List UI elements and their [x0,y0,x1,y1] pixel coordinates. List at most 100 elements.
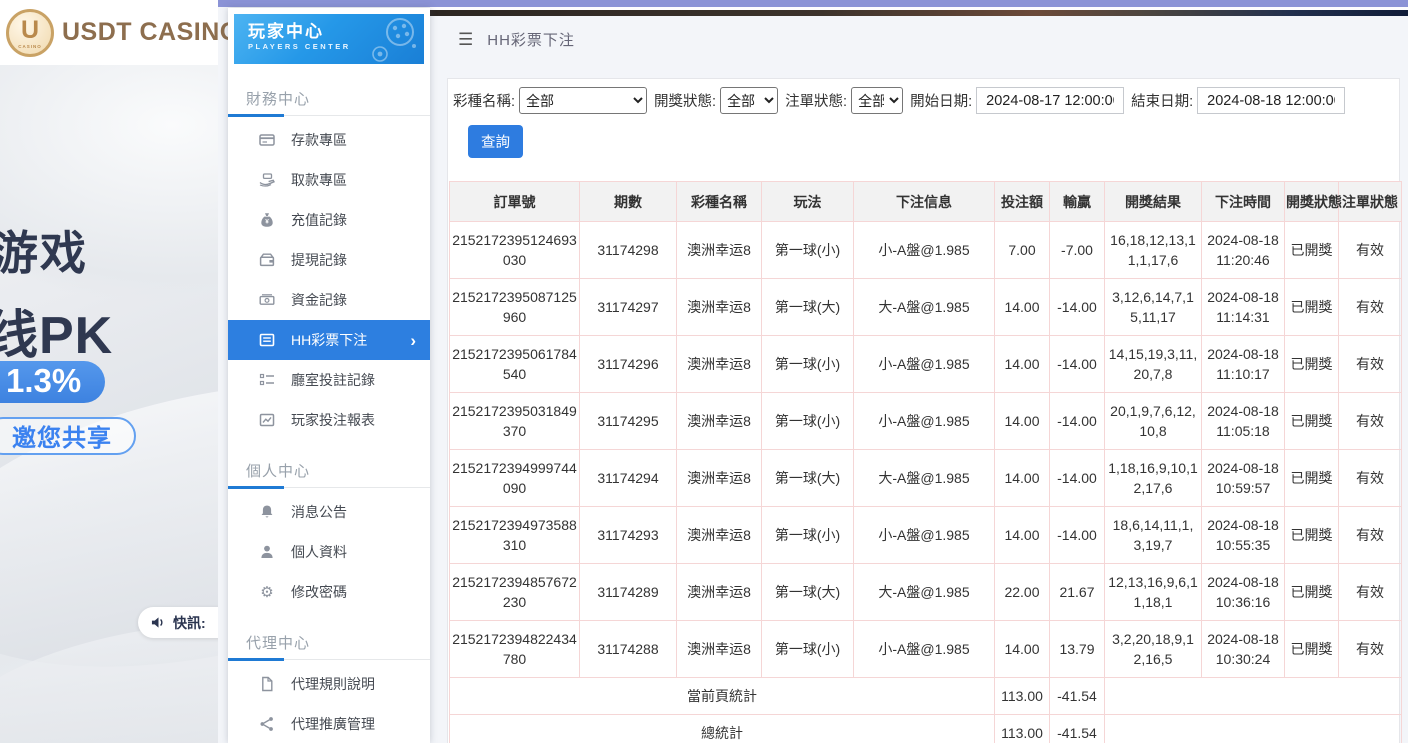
section-underline [228,659,430,660]
coin-letter: U [21,18,39,43]
promo-invite-badge: 邀您共享 [0,417,136,455]
cell-order-no: 2152172394822434780 [450,621,580,678]
cell-period: 31174288 [580,621,677,678]
cell-bet-time: 2024-08-18 11:10:17 [1202,336,1285,393]
col-header-draw-status: 開獎狀態 [1285,182,1339,222]
draw-status-select[interactable]: 全部 [720,87,778,114]
cell-lottery-name: 澳洲幸运8 [677,564,762,621]
checklist-icon [258,372,276,388]
cell-bet-time: 2024-08-18 10:55:35 [1202,507,1285,564]
cell-period: 31174293 [580,507,677,564]
sidebar-item-change-password[interactable]: ⚙修改密碼 [228,572,430,612]
coin-caption: CASINO [9,44,51,49]
sidebar-item-announcements[interactable]: 消息公告 [228,492,430,532]
cell-bet-amount: 14.00 [995,279,1050,336]
cell-draw-status: 已開獎 [1285,507,1339,564]
sidebar-item-hh-lottery-bets[interactable]: HH彩票下注› [228,320,430,360]
sidebar-item-deposit-area[interactable]: 存款專區 [228,120,430,160]
query-button[interactable]: 查詢 [468,125,523,158]
sidebar-item-profile[interactable]: 個人資料 [228,532,430,572]
col-header-order-no: 訂單號 [450,182,580,222]
cell-bet-info: 小-A盤@1.985 [854,393,995,450]
summary-win-loss: -41.54 [1050,715,1105,743]
order-status-select[interactable]: 全部 [851,87,903,114]
draw-status-label: 開獎狀態: [654,90,716,111]
end-date-input[interactable] [1197,87,1345,114]
sidebar-item-fund-record[interactable]: 資金記錄 [228,280,430,320]
hamburger-icon[interactable]: ☰ [458,31,473,48]
cell-bet-time: 2024-08-18 11:20:46 [1202,222,1285,279]
cell-bet-info: 小-A盤@1.985 [854,222,995,279]
order-status-label: 注單狀態: [785,90,847,111]
cell-bet-amount: 14.00 [995,507,1050,564]
summary-bet-amount: 113.00 [995,715,1050,743]
cell-draw-status: 已開獎 [1285,621,1339,678]
sidebar-item-room-bet-record[interactable]: 廳室投註記錄 [228,360,430,400]
summary-row: 當前頁統計113.00-41.54 [450,678,1402,715]
sidebar-item-label: 廳室投註記錄 [291,370,375,390]
cell-lottery-name: 澳洲幸运8 [677,279,762,336]
section-underline [228,115,430,116]
sidebar-item-label: 消息公告 [291,502,347,522]
start-date-input[interactable] [976,87,1124,114]
cell-draw-result: 18,6,14,11,1,3,19,7 [1105,507,1202,564]
cell-order-status: 有效 [1339,621,1402,678]
wallet-icon [258,252,276,268]
cell-bet-info: 大-A盤@1.985 [854,279,995,336]
sidebar-item-withdraw-area[interactable]: 取款專區 [228,160,430,200]
site-logo[interactable]: U CASINO USDT CASINO [0,0,218,65]
col-header-lottery-name: 彩種名稱 [677,182,762,222]
table-row: 215217239499974409031174294澳洲幸运8第一球(大)大-… [450,450,1402,507]
cell-win-loss: -14.00 [1050,507,1105,564]
left-promo-strip: 游戏 线PK 1.3% 邀您共享 快訊: U CASINO USDT CASIN… [0,0,218,743]
cell-order-no: 2152172395031849370 [450,393,580,450]
table-row: 215217239506178454031174296澳洲幸运8第一球(小)小-… [450,336,1402,393]
cell-draw-status: 已開獎 [1285,336,1339,393]
table-row: 215217239512469303031174298澳洲幸运8第一球(小)小-… [450,222,1402,279]
sidebar-section-title: 財務中心 [246,88,430,109]
cell-bet-info: 大-A盤@1.985 [854,564,995,621]
cell-period: 31174295 [580,393,677,450]
col-header-play-type: 玩法 [762,182,854,222]
promo-headline-2: 线PK [0,293,113,368]
cell-draw-status: 已開獎 [1285,564,1339,621]
sidebar-item-recharge-record[interactable]: ¥充值記錄 [228,200,430,240]
sidebar-item-withdraw-record[interactable]: 提現記錄 [228,240,430,280]
content-topbar: ☰ HH彩票下注 [430,16,1408,62]
summary-row: 總統計113.00-41.54 [450,715,1402,743]
banknote-icon [258,292,276,308]
lottery-name-select[interactable]: 全部 [519,87,647,114]
table-row: 215217239497358831031174293澳洲幸运8第一球(小)小-… [450,507,1402,564]
cell-draw-result: 20,1,9,7,6,12,10,8 [1105,393,1202,450]
cell-play-type: 第一球(大) [762,279,854,336]
main-content: ☰ HH彩票下注 彩種名稱: 全部 開獎狀態: 全部 注單狀態: 全部 開始日期… [430,16,1408,743]
sidebar-item-label: 充值記錄 [291,210,347,230]
cell-draw-result: 1,18,16,9,10,12,17,6 [1105,450,1202,507]
cell-play-type: 第一球(小) [762,507,854,564]
sidebar-item-player-bet-report[interactable]: 玩家投注報表 [228,400,430,440]
cell-draw-result: 12,13,16,9,6,11,18,1 [1105,564,1202,621]
cell-draw-result: 3,2,20,18,9,12,16,5 [1105,621,1202,678]
player-center-sidebar: 玩家中心 PLAYERS CENTER 財務中心存款專區取款專區¥充值記錄提現記… [228,8,430,743]
start-date-label: 開始日期: [910,90,972,111]
table-row: 215217239508712596031174297澳洲幸运8第一球(大)大-… [450,279,1402,336]
cell-play-type: 第一球(大) [762,450,854,507]
cell-period: 31174297 [580,279,677,336]
filter-bar: 彩種名稱: 全部 開獎狀態: 全部 注單狀態: 全部 開始日期: 結束日期: [448,79,1399,114]
page-title: HH彩票下注 [487,29,575,50]
ticker-label: 快訊: [173,613,206,633]
sidebar-item-label: 修改密碼 [291,582,347,602]
sidebar-item-agent-rules[interactable]: 代理規則說明 [228,664,430,704]
sidebar-header: 玩家中心 PLAYERS CENTER [234,14,424,64]
table-row: 215217239503184937031174295澳洲幸运8第一球(小)小-… [450,393,1402,450]
cell-bet-time: 2024-08-18 10:30:24 [1202,621,1285,678]
summary-empty [1105,715,1402,743]
cell-lottery-name: 澳洲幸运8 [677,336,762,393]
document-icon [258,676,276,692]
sidebar-section-title: 個人中心 [246,460,430,481]
cell-order-status: 有效 [1339,279,1402,336]
sidebar-item-agent-promotion[interactable]: 代理推廣管理 [228,704,430,743]
cell-period: 31174296 [580,336,677,393]
share-icon [258,716,276,732]
hand-money-icon [258,172,276,188]
